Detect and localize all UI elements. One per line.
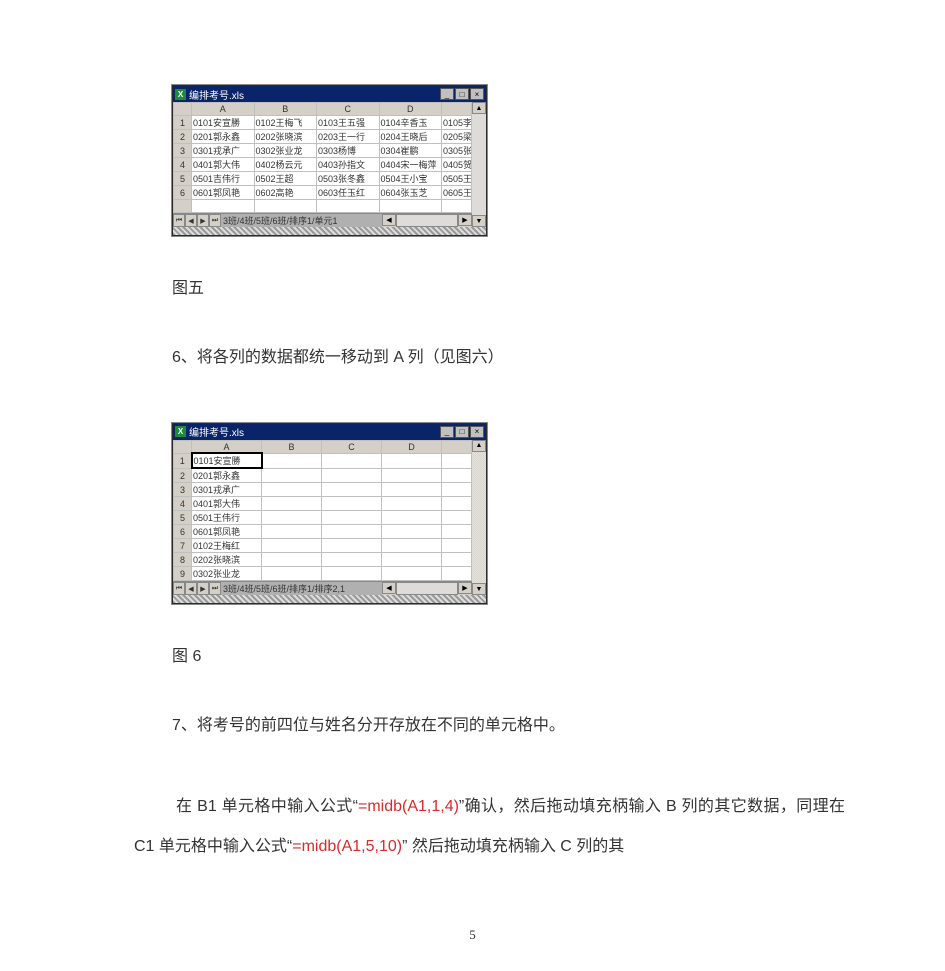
figure5-caption: 图五 xyxy=(172,274,845,298)
figure6-titlebar: X 编排考号.xls _ □ × xyxy=(173,424,486,440)
step7-text: 7、将考号的前四位与姓名分开存放在不同的单元格中。 xyxy=(172,708,845,745)
excel-icon: X xyxy=(175,426,186,437)
figure6-caption: 图 6 xyxy=(172,642,845,666)
body-t3: ” 然后拖动填充柄输入 C 列的其 xyxy=(402,838,624,855)
minimize-icon: _ xyxy=(440,88,454,100)
step6-text: 6、将各列的数据都统一移动到 A 列（见图六） xyxy=(172,340,845,377)
col-header: A xyxy=(192,440,262,453)
cell-a1-selected: 0101安宣勝 xyxy=(192,453,262,468)
col-header: C xyxy=(322,440,382,453)
col-header: C xyxy=(317,103,380,116)
tab-nav-prev-icon: ◀ xyxy=(185,214,197,227)
scroll-left-icon: ◀ xyxy=(382,214,396,226)
figure6-tabbar: ⏮ ◀ ▶ ⏭ 3班/4班/5班/6班/排序1/排序2,1 ◀ ▶ xyxy=(173,581,472,595)
minimize-icon: _ xyxy=(440,426,454,438)
col-header: D xyxy=(379,103,442,116)
figure6-title: 编排考号.xls xyxy=(189,424,440,439)
close-icon: × xyxy=(470,426,484,438)
scroll-up-icon: ▲ xyxy=(472,102,486,114)
col-header: B xyxy=(262,440,322,453)
maximize-icon: □ xyxy=(455,426,469,438)
resize-hatching xyxy=(173,595,486,603)
scroll-right-icon: ▶ xyxy=(458,582,472,594)
col-header: B xyxy=(254,103,317,116)
scroll-down-icon: ▼ xyxy=(472,215,486,227)
figure5-tabbar: ⏮ ◀ ▶ ⏭ 3班/4班/5班/6班/排序1/单元1 ◀ ▶ xyxy=(173,213,472,227)
tab-nav-last-icon: ⏭ xyxy=(209,582,221,595)
vertical-scrollbar: ▲ ▼ xyxy=(472,102,486,227)
body-paragraph: 在 B1 单元格中输入公式“=midb(A1,1,4)”确认，然后拖动填充柄输入… xyxy=(134,787,845,867)
col-header: A xyxy=(192,103,255,116)
figure5-titlebar: X 编排考号.xls _ □ × xyxy=(173,86,486,102)
scroll-down-icon: ▼ xyxy=(472,583,486,595)
figure6-tabstrip: 3班/4班/5班/6班/排序1/排序2,1 xyxy=(221,582,382,595)
figure6-grid: A B C D 10101安宣勝 20201郭永鑫 30301戎承广 40401… xyxy=(173,440,472,582)
figure5-title: 编排考号.xls xyxy=(189,87,440,102)
scroll-right-icon: ▶ xyxy=(458,214,472,226)
maximize-icon: □ xyxy=(455,88,469,100)
figure5-excel-window: X 编排考号.xls _ □ × A B C xyxy=(172,85,487,236)
resize-hatching xyxy=(173,227,486,235)
tab-nav-first-icon: ⏮ xyxy=(173,582,185,595)
vertical-scrollbar: ▲ ▼ xyxy=(472,440,486,596)
formula2: =midb(A1,5,10) xyxy=(292,838,402,855)
tab-nav-next-icon: ▶ xyxy=(197,582,209,595)
tab-nav-first-icon: ⏮ xyxy=(173,214,185,227)
tab-nav-next-icon: ▶ xyxy=(197,214,209,227)
figure6-excel-window: X 编排考号.xls _ □ × A B C xyxy=(172,423,487,605)
excel-icon: X xyxy=(175,89,186,100)
scroll-left-icon: ◀ xyxy=(382,582,396,594)
tab-nav-last-icon: ⏭ xyxy=(209,214,221,227)
figure5-tabstrip: 3班/4班/5班/6班/排序1/单元1 xyxy=(221,214,382,227)
formula1: =midb(A1,1,4) xyxy=(358,798,459,815)
col-header xyxy=(442,440,472,453)
scroll-up-icon: ▲ xyxy=(472,440,486,452)
page-number: 5 xyxy=(0,927,945,943)
close-icon: × xyxy=(470,88,484,100)
col-header xyxy=(442,103,472,116)
col-header: D xyxy=(382,440,442,453)
body-t1: 在 B1 单元格中输入公式“ xyxy=(176,798,358,815)
tab-nav-prev-icon: ◀ xyxy=(185,582,197,595)
figure5-grid: A B C D 10101安宣勝0102王梅飞0103王五强0104辛香玉010… xyxy=(173,102,472,213)
